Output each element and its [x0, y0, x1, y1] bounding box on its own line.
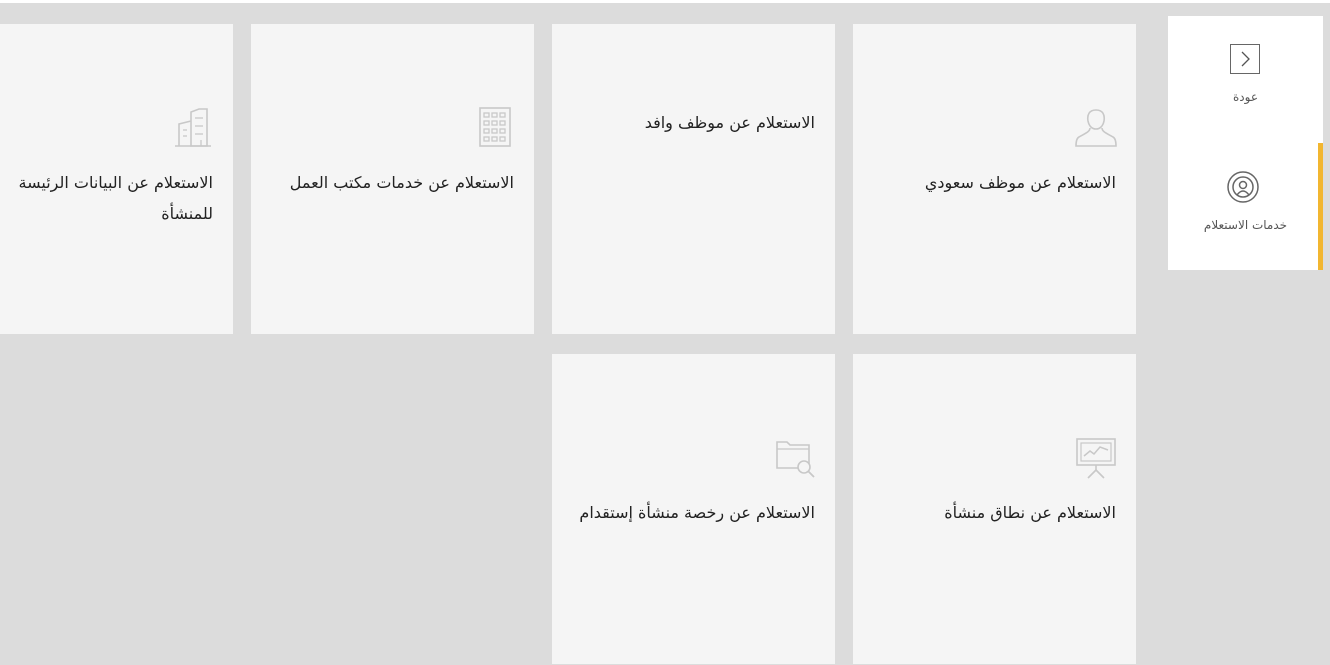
card-labor-office-services-inquiry[interactable]: الاستعلام عن خدمات مكتب العمل	[251, 24, 534, 334]
card-label: الاستعلام عن موظف وافد	[644, 113, 815, 132]
card-expat-employee-inquiry[interactable]: الاستعلام عن موظف وافد	[552, 24, 835, 334]
back-button[interactable]: عودة	[1168, 44, 1323, 124]
card-label: الاستعلام عن رخصة منشأة إستقدام	[579, 503, 815, 522]
folder-search-icon	[773, 436, 817, 480]
active-indicator	[1318, 143, 1323, 270]
card-recruitment-license-inquiry[interactable]: الاستعلام عن رخصة منشأة إستقدام	[552, 354, 835, 664]
back-label: عودة	[1233, 90, 1258, 104]
top-border	[0, 0, 1330, 3]
office-buildings-icon	[171, 106, 215, 150]
card-saudi-employee-inquiry[interactable]: الاستعلام عن موظف سعودي	[853, 24, 1136, 334]
card-label: الاستعلام عن البيانات الرئيسة للمنشأة	[0, 167, 213, 229]
person-icon	[1074, 106, 1118, 150]
chevron-right-icon	[1230, 44, 1260, 74]
presentation-chart-icon	[1074, 436, 1118, 480]
building-icon	[472, 106, 516, 150]
side-panel: عودة خدمات الاستعلام	[1168, 16, 1323, 270]
card-establishment-main-data-inquiry[interactable]: الاستعلام عن البيانات الرئيسة للمنشأة	[0, 24, 233, 334]
card-label-line1: الاستعلام عن البيانات الرئيسة	[18, 173, 213, 192]
broadcast-person-icon	[1226, 170, 1260, 204]
card-label: الاستعلام عن موظف سعودي	[924, 173, 1116, 192]
inquiry-services-nav[interactable]: خدمات الاستعلام	[1168, 142, 1323, 270]
card-label: الاستعلام عن خدمات مكتب العمل	[289, 173, 514, 192]
card-label: الاستعلام عن نطاق منشأة	[944, 503, 1116, 522]
card-establishment-range-inquiry[interactable]: الاستعلام عن نطاق منشأة	[853, 354, 1136, 664]
inquiry-services-label: خدمات الاستعلام	[1203, 218, 1288, 232]
card-label-line2: للمنشأة	[161, 204, 213, 223]
